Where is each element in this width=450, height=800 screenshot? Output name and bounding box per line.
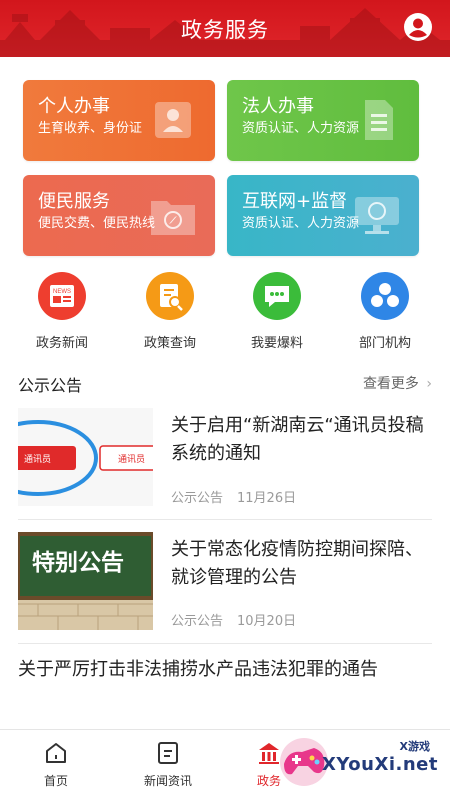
card-subtitle: 便民交费、便民热线 [38,216,156,231]
divider [18,643,432,644]
folder-compass-icon [151,201,195,235]
user-avatar-button[interactable] [404,13,432,41]
news-thumbnail: 特别公告 [18,532,153,630]
tab-label: 新闻资讯 [143,774,192,788]
quick-entries: NEWS 政务新闻 政策查询 我要爆料 部门机构 [0,272,450,352]
section-title: 公示公告 [18,376,83,395]
news-date: 11月26日 [237,491,297,506]
quick-item-label: 部门机构 [358,336,411,351]
news-meta: 公示公告 10月20日 [171,610,296,629]
thumb-button-text: 通讯员 [118,454,145,464]
user-icon [405,14,431,40]
news-category: 公示公告 [171,614,224,629]
news-meta: 公示公告 11月26日 [171,487,296,506]
card-subtitle: 资质认证、人力资源 [242,121,360,136]
news-item[interactable]: 通讯员 通讯员 关于启用“新湖南云“通讯员投稿系统的通知 公示公告 11月26日 [0,408,450,508]
chevron-right-icon: › [426,376,432,392]
app-header: 政务服务 [0,0,450,57]
view-more-label: 查看更多 [362,376,419,392]
monitor-icon [355,197,399,234]
announcements-header: 公示公告 查看更多 › [18,370,432,395]
thumb-board-text: 特别公告 [32,549,124,575]
news-icon: NEWS [38,272,86,320]
quick-item-label: 政务新闻 [35,336,88,351]
quick-item-report[interactable]: 我要爆料 [227,272,327,351]
quick-item-label: 政策查询 [143,336,196,351]
home-icon [46,743,66,763]
watermark-small-text: X游戏 [399,740,430,753]
org-icon [361,272,409,320]
tab-label: 首页 [43,774,68,788]
watermark: X游戏 XYouXi.net [274,730,444,790]
news-list-icon [158,742,178,764]
document-icon [365,100,393,140]
news-category: 公示公告 [171,491,224,506]
id-card-icon [155,102,191,138]
card-title: 法人办事 [242,96,314,117]
news-title[interactable]: 关于严厉打击非法捕捞水产品违法犯罪的通告 [18,655,432,685]
quick-item-label: 我要爆料 [250,336,303,351]
tab-news[interactable]: 新闻资讯 [112,740,224,789]
card-title: 便民服务 [38,191,110,212]
news-title: 关于启用“新湖南云“通讯员投稿系统的通知 [171,415,424,464]
card-legal-affairs[interactable]: 法人办事 资质认证、人力资源 [227,80,419,161]
quick-item-news[interactable]: NEWS 政务新闻 [12,272,112,351]
news-thumbnail: 通讯员 通讯员 [18,408,153,506]
quick-item-policy[interactable]: 政策查询 [120,272,220,351]
thumb-button-text: 通讯员 [24,454,51,464]
card-subtitle: 资质认证、人力资源 [242,216,360,231]
chat-icon [253,272,301,320]
policy-search-icon [146,272,194,320]
page-title: 政务服务 [181,18,269,42]
card-subtitle: 生育收养、身份证 [38,121,143,136]
card-title: 个人办事 [38,96,110,117]
news-item[interactable]: 特别公告 关于常态化疫情防控期间探陪、就诊管理的公告 公示公告 10月20日 [0,532,450,632]
card-internet-supervision[interactable]: 互联网+监督 资质认证、人力资源 [227,175,419,256]
news-date: 10月20日 [237,614,297,629]
tab-home[interactable]: 首页 [0,740,112,789]
divider [18,519,432,520]
news-title: 关于常态化疫情防控期间探陪、就诊管理的公告 [171,539,423,588]
card-convenience-service[interactable]: 便民服务 便民交费、便民热线 [23,175,215,256]
card-title: 互联网+监督 [242,191,348,212]
watermark-text: XYouXi.net [322,754,438,775]
view-more-link[interactable]: 查看更多 › [363,373,432,393]
quick-item-departments[interactable]: 部门机构 [335,272,435,351]
service-cards: 个人办事 生育收养、身份证 法人办事 资质认证、人力资源 便民服务 便民交费、便… [23,80,419,256]
card-personal-affairs[interactable]: 个人办事 生育收养、身份证 [23,80,215,161]
news-badge-text: NEWS [53,289,71,295]
